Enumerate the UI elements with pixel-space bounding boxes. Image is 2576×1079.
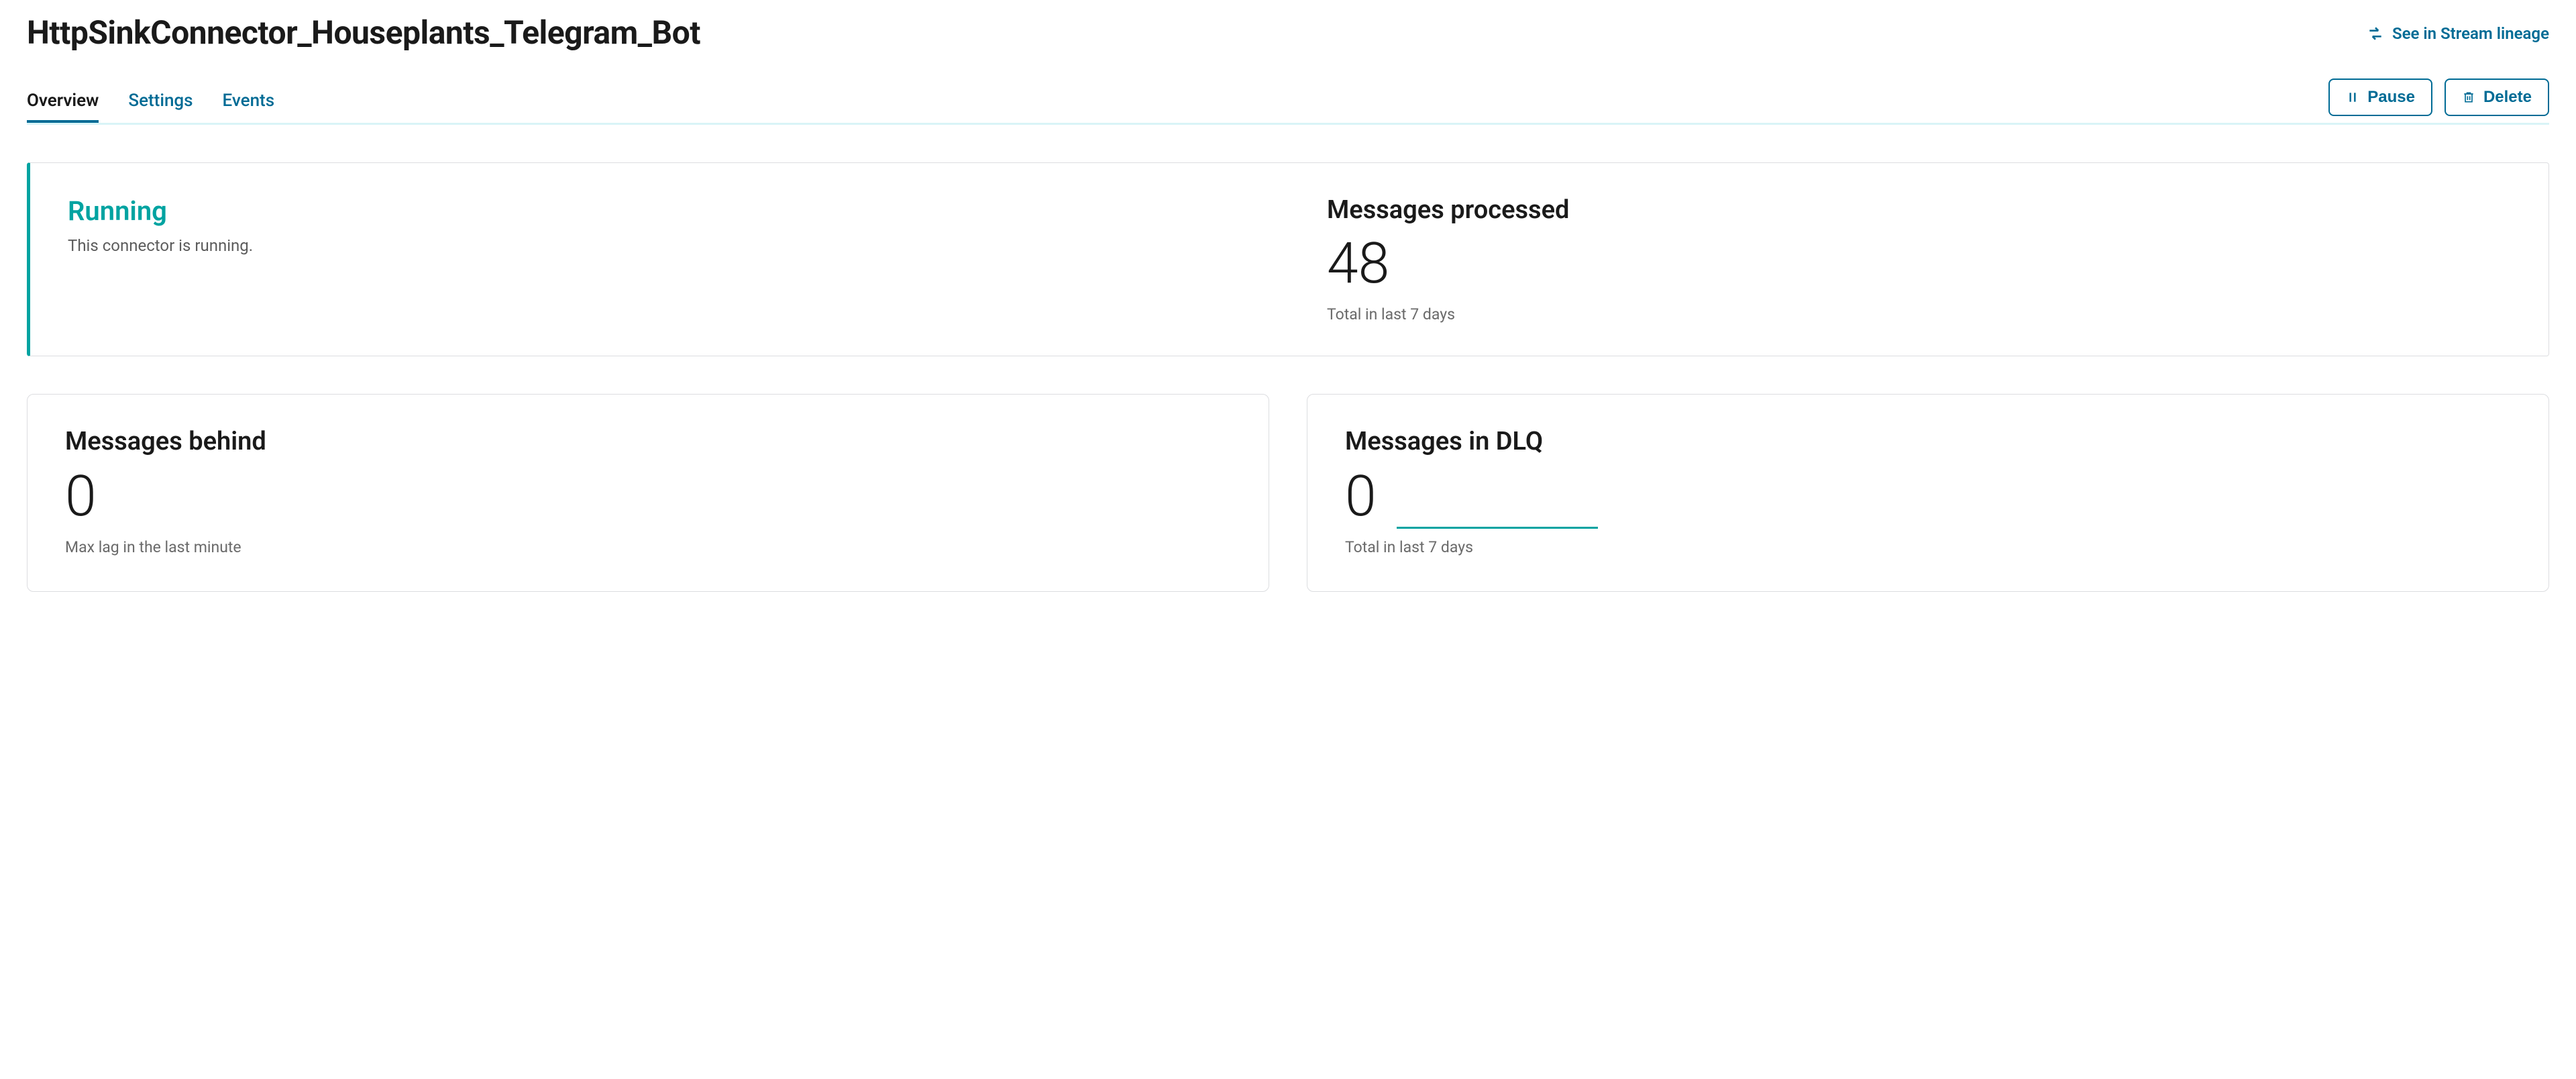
messages-behind-card: Messages behind 0 Max lag in the last mi… [27, 394, 1269, 592]
page-title: HttpSinkConnector_Houseplants_Telegram_B… [27, 13, 700, 52]
messages-dlq-value: 0 [1345, 468, 1377, 525]
pause-label: Pause [2367, 88, 2415, 107]
messages-behind-caption: Max lag in the last minute [65, 538, 1231, 556]
tab-events[interactable]: Events [223, 81, 275, 123]
tab-overview[interactable]: Overview [27, 81, 99, 123]
pause-button[interactable]: Pause [2328, 79, 2432, 116]
trash-icon [2462, 90, 2475, 105]
messages-processed-caption: Total in last 7 days [1327, 305, 2511, 323]
dlq-sparkline [1397, 502, 1598, 529]
messages-dlq-title: Messages in DLQ [1345, 427, 2511, 456]
delete-label: Delete [2483, 88, 2532, 107]
stream-lineage-label: See in Stream lineage [2392, 24, 2549, 43]
action-buttons: Pause Delete [2328, 79, 2549, 123]
pause-icon [2346, 91, 2359, 104]
status-label: Running [68, 195, 1252, 227]
status-card: Running This connector is running. Messa… [27, 162, 2549, 356]
tab-settings[interactable]: Settings [128, 81, 193, 123]
messages-processed-value: 48 [1327, 236, 2511, 292]
status-description: This connector is running. [68, 236, 1252, 255]
tabs: Overview Settings Events [27, 81, 274, 121]
messages-processed-title: Messages processed [1327, 195, 2511, 225]
messages-dlq-card: Messages in DLQ 0 Total in last 7 days [1307, 394, 2549, 592]
messages-behind-title: Messages behind [65, 427, 1231, 456]
stream-lineage-link[interactable]: See in Stream lineage [2367, 24, 2549, 43]
messages-behind-value: 0 [65, 468, 1231, 525]
lineage-icon [2367, 25, 2384, 42]
delete-button[interactable]: Delete [2445, 79, 2549, 116]
messages-dlq-caption: Total in last 7 days [1345, 538, 2511, 556]
